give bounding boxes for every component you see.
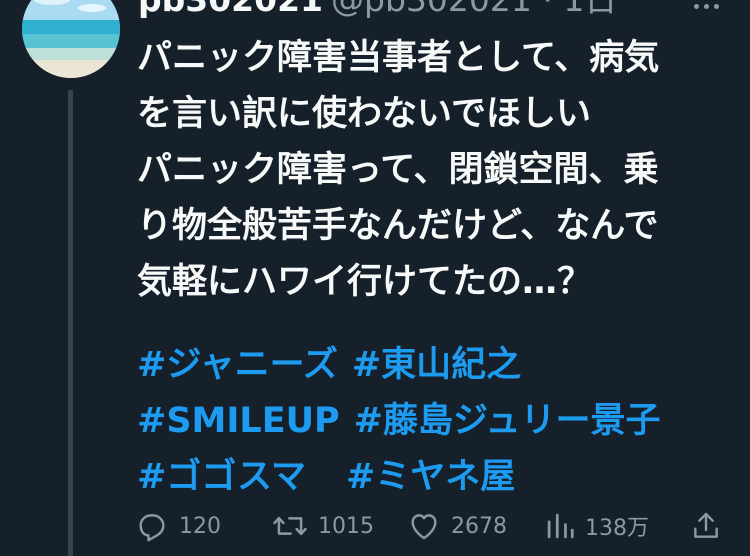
avatar[interactable] (22, 0, 120, 78)
more-icon[interactable] (694, 0, 734, 16)
hashtag-block: #ジャニーズ #東山紀之 #SMILEUP #藤島ジュリー景子 #ゴゴスマ #ミヤネ屋 (137, 337, 661, 505)
handle-time[interactable]: @pb302021 · 1日 (331, 0, 617, 19)
tweet-header: pb302021 @pb302021 · 1日 (138, 0, 617, 22)
heart-icon (411, 514, 437, 540)
like-button[interactable]: 2678 (407, 506, 507, 546)
retweet-icon (273, 516, 307, 536)
hashtag-link[interactable]: #東山紀之 (352, 345, 521, 385)
hashtag-link[interactable]: #藤島ジュリー景子 (354, 401, 661, 441)
tweet[interactable]: pb302021 @pb302021 · 1日 パニック障害当事者として、病気 を… (0, 0, 750, 556)
tweet-line: 気軽にハワイ行けてたの…？ (137, 262, 593, 302)
tweet-line: パニック障害当事者として、病気 (137, 38, 660, 78)
hashtag-link[interactable]: #ゴゴスマ (137, 457, 306, 497)
share-button[interactable] (690, 506, 722, 546)
display-name[interactable]: pb302021 (138, 0, 323, 19)
tweet-line: り物全般苦手なんだけど、なんで (137, 206, 659, 246)
tweet-text: パニック障害当事者として、病気 を言い訳に使わないでほしい パニック障害って、閉… (137, 30, 737, 310)
views-button[interactable]: 138万 (545, 506, 649, 546)
hashtag-row: #ジャニーズ #東山紀之 (137, 337, 661, 393)
hashtag-row: #ゴゴスマ #ミヤネ屋 (137, 449, 661, 505)
reply-button[interactable]: 120 (135, 506, 221, 546)
avatar-beach-image (22, 0, 120, 78)
like-count: 2678 (451, 513, 507, 539)
hashtag-link[interactable]: #ミヤネ屋 (346, 457, 515, 497)
dot (704, 3, 709, 9)
tweet-line: を言い訳に使わないでほしい (137, 94, 591, 134)
views-icon (547, 513, 574, 539)
action-bar: 120 1015 2678 138万 (135, 506, 735, 546)
hashtag-row: #SMILEUP #藤島ジュリー景子 (137, 393, 661, 449)
view-count: 138万 (585, 516, 649, 541)
dot (694, 3, 699, 9)
tweet-line: パニック障害って、閉鎖空間、乗 (137, 150, 659, 190)
reply-icon (139, 514, 165, 542)
thread-line (68, 90, 73, 556)
reply-count: 120 (179, 513, 221, 539)
hashtag-link[interactable]: #SMILEUP (137, 401, 340, 441)
hashtag-link[interactable]: #ジャニーズ (137, 345, 338, 385)
dot (714, 3, 719, 9)
share-icon (694, 512, 718, 538)
retweet-button[interactable]: 1015 (272, 506, 374, 546)
retweet-count: 1015 (318, 513, 374, 539)
